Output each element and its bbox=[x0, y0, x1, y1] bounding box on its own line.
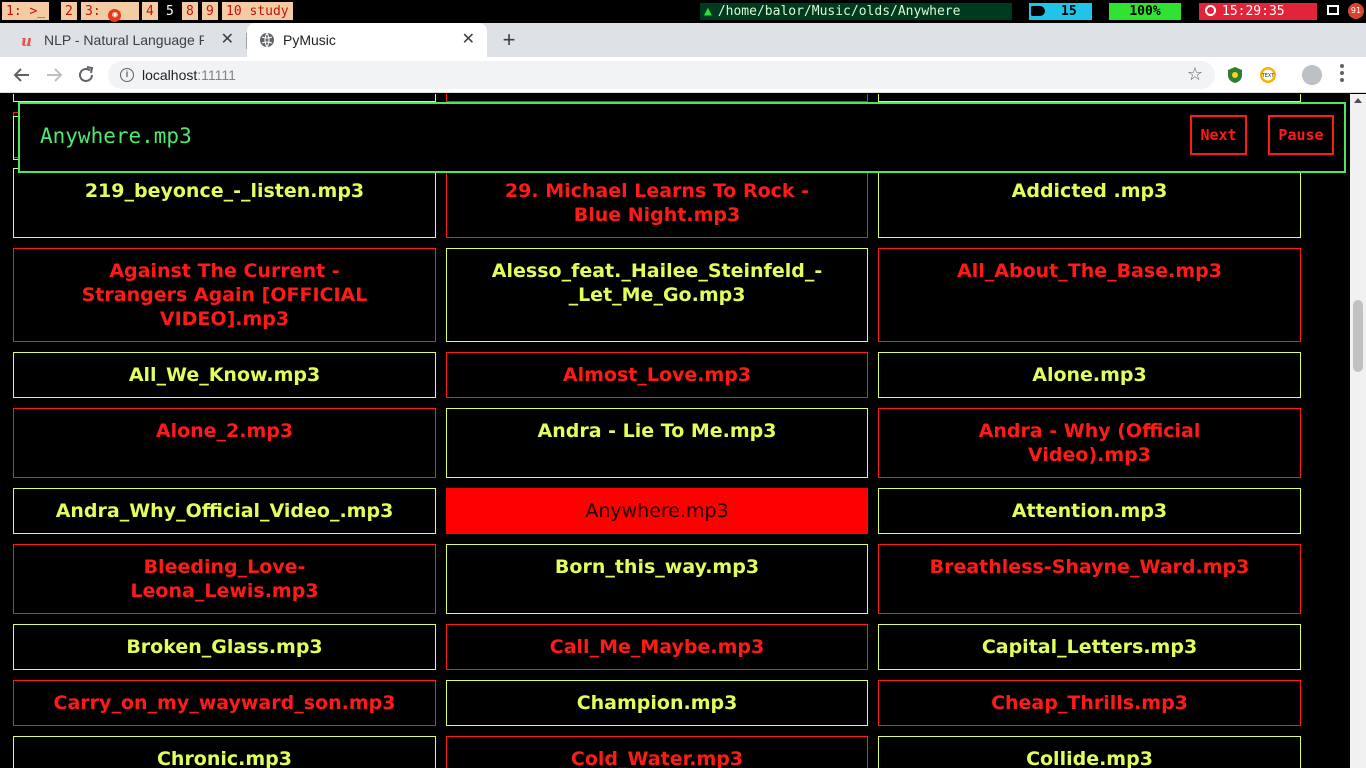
browser-logo-icon: ◉ bbox=[108, 9, 122, 22]
tab-strip: u NLP - Natural Language P ✕ PyMusic ✕ + bbox=[0, 23, 1366, 57]
song-card[interactable]: All_We_Know.mp3 bbox=[13, 352, 436, 398]
song-card-edge bbox=[13, 116, 18, 160]
workspace-5[interactable]: 5 bbox=[162, 2, 178, 20]
workspace-10[interactable]: 10 study bbox=[222, 2, 293, 20]
song-card[interactable] bbox=[878, 94, 1301, 102]
song-card[interactable] bbox=[446, 94, 868, 102]
now-playing-panel: Anywhere.mp3 Next Pause bbox=[18, 102, 1346, 173]
forward-icon[interactable] bbox=[43, 64, 65, 86]
page-viewport: You_Need_To_Calm_Down.mp301-beyonce-pois… bbox=[0, 94, 1350, 768]
workspace-1[interactable]: 1: >_ bbox=[2, 2, 50, 20]
volume-block[interactable]: 15 bbox=[1029, 3, 1092, 20]
clock-icon bbox=[1205, 5, 1216, 16]
song-card[interactable]: All_About_The_Base.mp3 bbox=[878, 248, 1301, 342]
new-tab-button[interactable]: + bbox=[497, 23, 521, 57]
song-card[interactable]: Champion.mp3 bbox=[446, 680, 868, 726]
song-grid: You_Need_To_Calm_Down.mp301-beyonce-pois… bbox=[13, 94, 1301, 768]
clock-time: 15:29:35 bbox=[1222, 4, 1285, 19]
workspace-9[interactable]: 9 bbox=[202, 2, 218, 20]
tray-badge-icon[interactable]: 91 bbox=[1348, 3, 1364, 19]
workspace-2[interactable]: 2 bbox=[61, 2, 77, 20]
svg-text:u: u bbox=[21, 32, 32, 48]
tab-title: NLP - Natural Language P bbox=[44, 32, 204, 48]
battery-block: 100% bbox=[1109, 3, 1181, 20]
arch-icon: ▲ bbox=[704, 4, 712, 19]
song-card[interactable]: Almost_Love.mp3 bbox=[446, 352, 868, 398]
song-card[interactable]: Cold_Water.mp3 bbox=[446, 736, 868, 768]
song-card[interactable]: Andra - Why (Official Video).mp3 bbox=[878, 408, 1301, 478]
song-card[interactable]: Chronic.mp3 bbox=[13, 736, 436, 768]
speaker-icon bbox=[1031, 6, 1045, 16]
close-tab-icon[interactable]: ✕ bbox=[462, 23, 475, 57]
current-path-block: ▲ /home/balor/Music/olds/Anywhere bbox=[700, 3, 1012, 20]
next-button[interactable]: Next bbox=[1190, 115, 1247, 155]
pause-button[interactable]: Pause bbox=[1268, 115, 1334, 155]
song-card[interactable]: Alone.mp3 bbox=[878, 352, 1301, 398]
bookmark-star-icon[interactable]: ☆ bbox=[1187, 64, 1203, 85]
song-card[interactable]: Bleeding_Love-Leona_Lewis.mp3 bbox=[13, 544, 436, 614]
song-card[interactable]: Cheap_Thrills.mp3 bbox=[878, 680, 1301, 726]
workspace-4[interactable]: 4 bbox=[142, 2, 158, 20]
song-card[interactable]: Capital_Letters.mp3 bbox=[878, 624, 1301, 670]
tab-title: PyMusic bbox=[283, 32, 336, 48]
menu-kebab-icon[interactable] bbox=[1340, 64, 1344, 86]
song-card[interactable]: Alesso_feat._Hailee_Steinfeld_-_Let_Me_G… bbox=[446, 248, 868, 342]
close-tab-icon[interactable]: ✕ bbox=[221, 23, 234, 57]
svg-text:TEXT: TEXT bbox=[1261, 73, 1276, 79]
clock-block: 15:29:35 bbox=[1199, 3, 1317, 20]
song-card[interactable]: 219_beyonce_-_listen.mp3 bbox=[13, 168, 436, 238]
song-card[interactable]: Collide.mp3 bbox=[878, 736, 1301, 768]
shield-extension-icon[interactable] bbox=[1227, 66, 1243, 84]
now-playing-title: Anywhere.mp3 bbox=[40, 124, 192, 148]
reload-icon[interactable] bbox=[75, 64, 97, 86]
song-card[interactable]: Andra_Why_Official_Video_.mp3 bbox=[13, 488, 436, 534]
song-card[interactable]: Carry_on_my_wayward_son.mp3 bbox=[13, 680, 436, 726]
song-card[interactable]: Alone_2.mp3 bbox=[13, 408, 436, 478]
song-card[interactable]: 29. Michael Learns To Rock - Blue Night.… bbox=[446, 168, 868, 238]
workspace-8[interactable]: 8 bbox=[182, 2, 198, 20]
address-bar[interactable]: i localhost:11111 ☆ bbox=[108, 61, 1215, 89]
song-card[interactable]: Against The Current - Strangers Again [O… bbox=[13, 248, 436, 342]
globe-icon bbox=[260, 32, 274, 48]
udemy-icon: u bbox=[21, 32, 32, 48]
tab-nlp[interactable]: u NLP - Natural Language P ✕ bbox=[8, 23, 246, 57]
song-card[interactable]: Call_Me_Maybe.mp3 bbox=[446, 624, 868, 670]
song-card[interactable]: Andra - Lie To Me.mp3 bbox=[446, 408, 868, 478]
scrollbar-thumb[interactable] bbox=[1353, 300, 1363, 372]
song-card[interactable]: Attention.mp3 bbox=[878, 488, 1301, 534]
current-path: /home/balor/Music/olds/Anywhere bbox=[717, 4, 961, 19]
song-card[interactable]: Born_this_way.mp3 bbox=[446, 544, 868, 614]
page-scrollbar[interactable] bbox=[1350, 94, 1366, 768]
volume-value: 15 bbox=[1061, 4, 1077, 19]
wm-status-bar: 1: >_ 2 3: ◉ 4 5 8 9 10 study ▲ /home/bal… bbox=[0, 0, 1366, 23]
info-icon[interactable]: i bbox=[120, 68, 134, 82]
song-card[interactable]: Broken_Glass.mp3 bbox=[13, 624, 436, 670]
scroll-up-icon[interactable] bbox=[1354, 98, 1362, 103]
tab-pymusic[interactable]: PyMusic ✕ bbox=[247, 23, 487, 57]
workspace-3[interactable]: 3: ◉ bbox=[81, 2, 139, 22]
text-extension-icon[interactable]: TEXT bbox=[1259, 66, 1277, 84]
browser-toolbar: i localhost:11111 ☆ TEXT bbox=[0, 57, 1366, 93]
song-card[interactable] bbox=[13, 94, 436, 102]
back-icon[interactable] bbox=[11, 64, 33, 86]
url-text: localhost:11111 bbox=[142, 67, 236, 83]
song-card[interactable]: Breathless-Shayne_Ward.mp3 bbox=[878, 544, 1301, 614]
window-tray-icon[interactable] bbox=[1327, 5, 1339, 15]
profile-avatar-icon[interactable] bbox=[1302, 65, 1322, 85]
song-card-playing[interactable]: Anywhere.mp3 bbox=[446, 488, 868, 534]
song-card[interactable]: Addicted .mp3 bbox=[878, 168, 1301, 238]
